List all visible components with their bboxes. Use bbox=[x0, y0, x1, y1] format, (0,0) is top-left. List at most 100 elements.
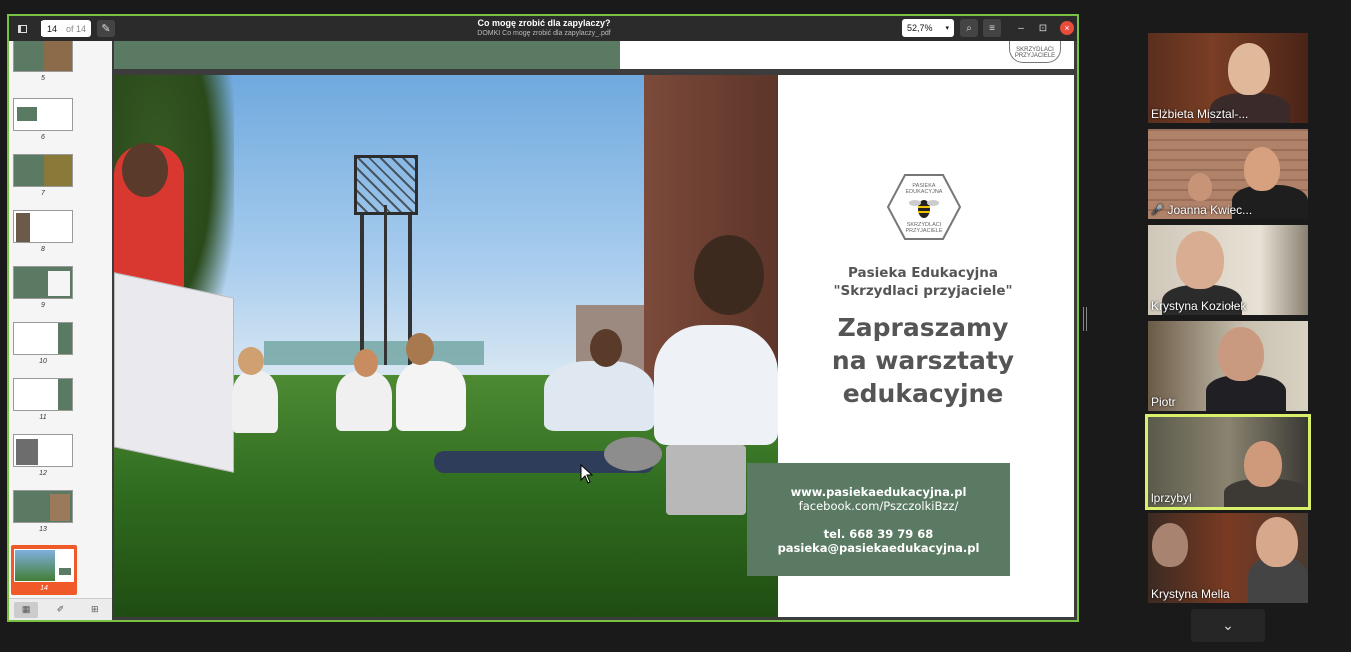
thumbnail-number: 10 bbox=[39, 358, 47, 365]
hamburger-icon[interactable]: ≡ bbox=[983, 19, 1001, 37]
phone-text: tel. 668 39 79 68 bbox=[823, 527, 934, 541]
child-head bbox=[238, 347, 264, 375]
search-icon[interactable]: ⌕ bbox=[960, 19, 978, 37]
resize-handle[interactable] bbox=[1083, 307, 1087, 331]
participant-face bbox=[1218, 327, 1264, 381]
thumbnail-image bbox=[13, 266, 73, 299]
child-head bbox=[694, 235, 764, 315]
bee-smoker bbox=[604, 437, 662, 471]
participant-tile[interactable]: Krystyna Koziołek bbox=[1148, 225, 1308, 315]
participant-tile[interactable]: Piotr bbox=[1148, 321, 1308, 411]
contact-panel: www.pasiekaedukacyjna.pl facebook.com/Ps… bbox=[747, 463, 1010, 576]
grid-icon[interactable]: ▦ bbox=[14, 601, 39, 618]
outline-icon[interactable]: ⊞ bbox=[83, 602, 107, 618]
board bbox=[114, 272, 234, 473]
headline-line-1: Zapraszamy bbox=[837, 313, 1009, 342]
participant-face bbox=[1256, 517, 1298, 567]
participant-face bbox=[1176, 231, 1224, 289]
headline-line-3: edukacyjne bbox=[842, 379, 1004, 408]
thumbnail-image bbox=[13, 490, 73, 523]
child bbox=[336, 371, 392, 431]
participant-face bbox=[1152, 523, 1188, 567]
child-head bbox=[406, 333, 434, 365]
page-navigator: of 14 bbox=[41, 20, 92, 37]
chevron-down-icon[interactable]: ⌄ bbox=[1191, 609, 1265, 642]
minimize-icon[interactable]: – bbox=[1013, 19, 1029, 37]
maximize-icon[interactable]: ⊡ bbox=[1035, 19, 1051, 37]
viewer-toolbar: of 14 ✎ Co mogę zrobić dla zapylaczy? DO… bbox=[9, 16, 1077, 41]
thumbnail-number: 8 bbox=[41, 246, 45, 253]
caret-down-icon: ▾ bbox=[945, 25, 949, 32]
document-filename: DOMKI Co mogę zrobić dla zapylaczy_.pdf bbox=[477, 30, 611, 37]
sidebar-icon[interactable] bbox=[11, 20, 33, 38]
participant-tile[interactable]: 🎤 Joanna Kwiec... bbox=[1148, 129, 1308, 219]
thumbnail-page[interactable]: 7 bbox=[13, 154, 73, 197]
zoom-select[interactable]: 52,7% ▾ bbox=[902, 19, 954, 37]
child bbox=[232, 371, 278, 433]
thumbnail-number: 7 bbox=[41, 190, 45, 197]
thumbnail-number: 6 bbox=[41, 134, 45, 141]
email-text: pasieka@pasiekaedukacyjna.pl bbox=[777, 541, 980, 555]
info-column: PASIEKA EDUKACYJNA SKRZYDLACI PRZYJACIEL… bbox=[747, 75, 1074, 617]
thumbnail-image bbox=[13, 210, 73, 243]
thumbnail-image bbox=[13, 41, 73, 72]
participant-name: lprzybyl bbox=[1151, 491, 1192, 505]
organization-line-2: "Skrzydlaci przyjaciele" bbox=[833, 283, 1013, 299]
close-icon[interactable]: × bbox=[1060, 21, 1074, 35]
page-count-label: of 14 bbox=[66, 23, 87, 34]
participant-face bbox=[1244, 441, 1282, 487]
document-area[interactable]: SKRZYDLACI PRZYJACIELE PASIEKA EDUKACYJN… bbox=[112, 41, 1077, 620]
thumbnail-page[interactable]: 8 bbox=[13, 210, 73, 253]
zoom-value: 52,7% bbox=[907, 23, 933, 33]
thumbnail-number: 12 bbox=[39, 470, 47, 477]
shared-screen-window: of 14 ✎ Co mogę zrobić dla zapylaczy? DO… bbox=[7, 14, 1079, 622]
thumbnail-image bbox=[14, 549, 74, 582]
workshop-photo bbox=[114, 75, 778, 617]
logo-text-top: EDUKACYJNA bbox=[906, 189, 943, 195]
thumbnail-view-switcher: ▦ ✐ ⊞ bbox=[9, 598, 112, 620]
organization-name: Pasieka Edukacyjna "Skrzydlaci przyjacie… bbox=[778, 264, 1068, 300]
thumbnail-page[interactable]: 6 bbox=[13, 98, 73, 141]
thumbnail-image bbox=[13, 322, 73, 355]
thumbnail-page[interactable]: 11 bbox=[13, 378, 73, 421]
facebook-text: facebook.com/PszczolkiBzz/ bbox=[798, 499, 959, 513]
website-text: www.pasiekaedukacyjna.pl bbox=[790, 485, 967, 499]
participant-name: Piotr bbox=[1151, 395, 1176, 409]
thumbnail-page[interactable]: 9 bbox=[13, 266, 73, 309]
logo-text-bottom: PRZYJACIELE bbox=[906, 228, 943, 234]
thumbnail-number: 5 bbox=[41, 75, 45, 82]
participant-tile-active-speaker[interactable]: lprzybyl bbox=[1145, 414, 1311, 510]
logo-partial: SKRZYDLACI PRZYJACIELE bbox=[1009, 41, 1061, 63]
child bbox=[654, 325, 778, 445]
pen-icon[interactable]: ✎ bbox=[97, 20, 116, 37]
participant-name: Krystyna Koziołek bbox=[1151, 299, 1247, 313]
document-title-block: Co mogę zrobić dla zapylaczy? DOMKI Co m… bbox=[409, 18, 679, 38]
previous-page: SKRZYDLACI PRZYJACIELE bbox=[114, 41, 1074, 69]
headline-line-2: na warsztaty bbox=[831, 346, 1015, 375]
thumbnail-page[interactable]: 12 bbox=[13, 434, 73, 477]
microphone-muted-icon: 🎤 bbox=[1151, 204, 1164, 216]
annotations-icon[interactable]: ✐ bbox=[48, 602, 72, 618]
thumbnail-image bbox=[13, 378, 73, 411]
thumbnail-page-active[interactable]: 14 bbox=[11, 545, 77, 595]
thumbnail-number: 14 bbox=[40, 585, 48, 592]
thumbnail-page[interactable]: 5 bbox=[13, 41, 73, 82]
thumbnail-number: 13 bbox=[39, 526, 47, 533]
participant-name: Elżbieta Misztal-... bbox=[1151, 107, 1249, 121]
thumbnail-image bbox=[13, 98, 73, 131]
organization-line-1: Pasieka Edukacyjna bbox=[848, 265, 998, 281]
hexagon-logo-icon: PASIEKA EDUKACYJNA SKRZYDLACI PRZYJACIEL… bbox=[886, 174, 962, 240]
document-title: Co mogę zrobić dla zapylaczy? bbox=[477, 18, 611, 28]
bee-smoker-can bbox=[666, 445, 746, 515]
thumbnail-page[interactable]: 10 bbox=[13, 322, 73, 365]
participant-name: 🎤 Joanna Kwiec... bbox=[1151, 203, 1253, 217]
thumbnail-number: 11 bbox=[39, 414, 47, 421]
current-page: PASIEKA EDUKACYJNA SKRZYDLACI PRZYJACIEL… bbox=[114, 75, 1074, 617]
participant-tile[interactable]: Krystyna Mella bbox=[1148, 513, 1308, 603]
page-number-input[interactable] bbox=[41, 21, 63, 36]
thumbnail-page[interactable]: 13 bbox=[13, 490, 73, 533]
participant-face bbox=[1228, 43, 1270, 95]
participant-face bbox=[1188, 173, 1212, 201]
mouse-cursor-icon bbox=[580, 464, 594, 484]
participant-tile[interactable]: Elżbieta Misztal-... bbox=[1148, 33, 1308, 123]
